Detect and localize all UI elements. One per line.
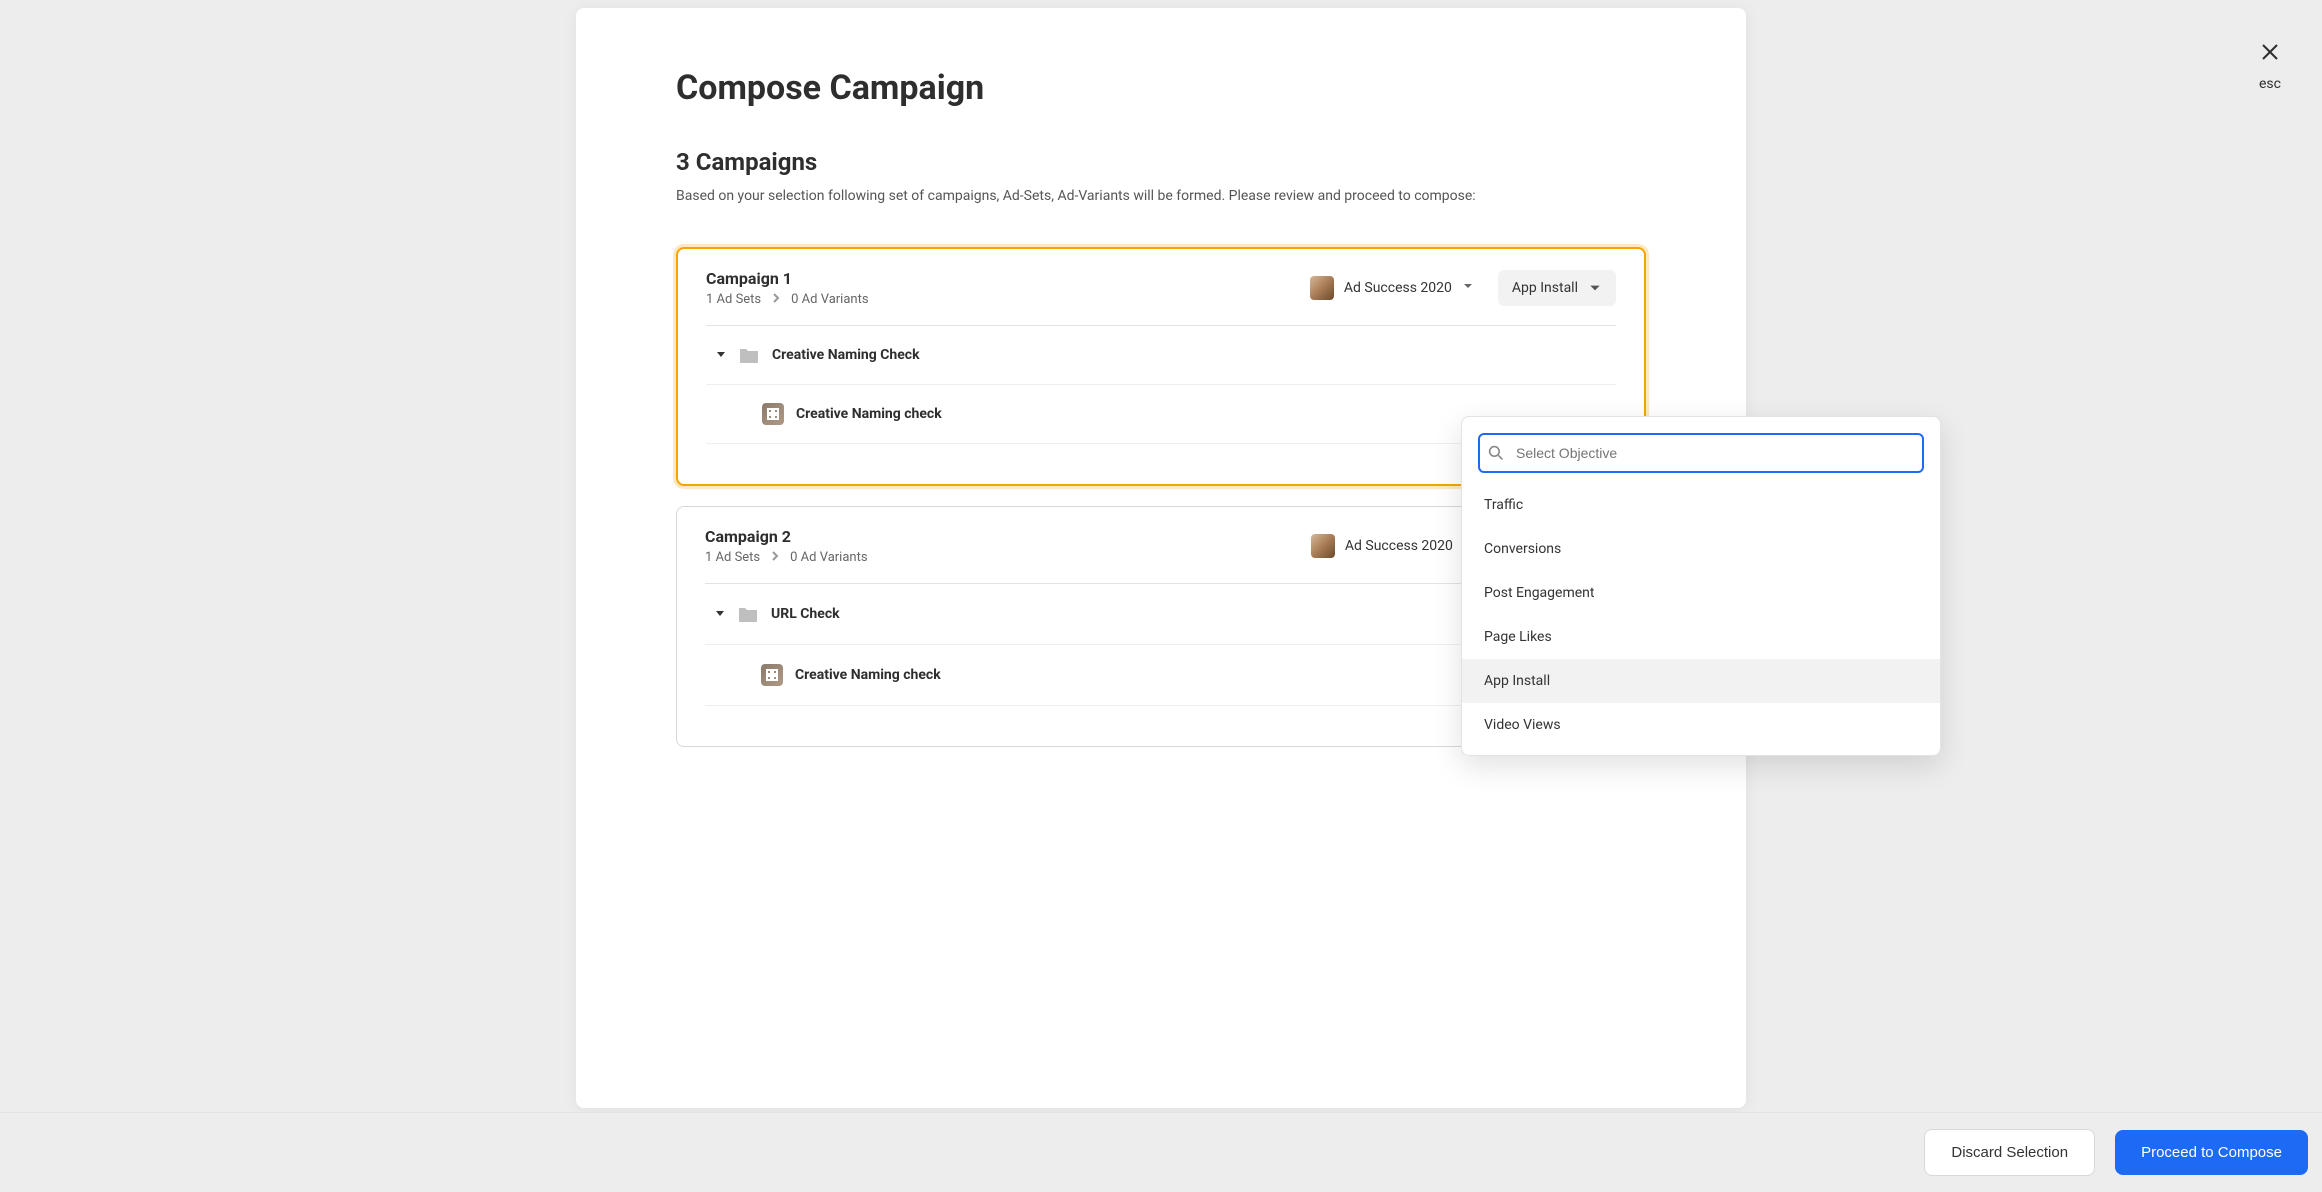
close-icon[interactable] bbox=[2258, 40, 2282, 68]
chevron-down-icon bbox=[1588, 281, 1602, 295]
page-title: Compose Campaign bbox=[676, 68, 1646, 108]
avatar bbox=[1311, 534, 1335, 558]
creative-icon bbox=[761, 664, 783, 686]
caret-down-icon[interactable] bbox=[716, 347, 726, 363]
caret-down-icon[interactable] bbox=[715, 606, 725, 622]
objective-selector[interactable]: App Install bbox=[1498, 270, 1616, 306]
ad-variants-count: 0 Ad Variants bbox=[790, 550, 867, 565]
account-name: Ad Success 2020 bbox=[1344, 280, 1452, 296]
chevron-right-icon bbox=[771, 292, 781, 307]
campaign-head-left: Campaign 1 1 Ad Sets 0 Ad Variants bbox=[706, 269, 869, 307]
discard-button[interactable]: Discard Selection bbox=[1924, 1129, 2095, 1176]
ad-sets-count: 1 Ad Sets bbox=[705, 550, 760, 565]
folder-icon bbox=[738, 344, 760, 366]
ad-sets-count: 1 Ad Sets bbox=[706, 292, 761, 307]
campaigns-count-title: 3 Campaigns bbox=[676, 148, 1646, 176]
tree-creative-label: Creative Naming check bbox=[796, 406, 942, 422]
tree-folder-label: Creative Naming Check bbox=[772, 347, 920, 363]
campaign-header: Campaign 1 1 Ad Sets 0 Ad Variants Ad Su… bbox=[678, 249, 1644, 325]
campaign-name: Campaign 2 bbox=[705, 527, 868, 546]
close-region: esc bbox=[2258, 40, 2282, 92]
esc-label: esc bbox=[2259, 76, 2281, 92]
creative-icon bbox=[762, 403, 784, 425]
campaign-head-left: Campaign 2 1 Ad Sets 0 Ad Variants bbox=[705, 527, 868, 565]
tree-creative-label: Creative Naming check bbox=[795, 667, 941, 683]
account-name: Ad Success 2020 bbox=[1345, 538, 1453, 554]
objective-search-input[interactable] bbox=[1478, 433, 1924, 473]
objective-option-post-engagement[interactable]: Post Engagement bbox=[1462, 571, 1940, 615]
avatar bbox=[1310, 276, 1334, 300]
objective-search-wrap bbox=[1478, 433, 1924, 473]
objective-option-video-views[interactable]: Video Views bbox=[1462, 703, 1940, 747]
campaign-meta: 1 Ad Sets 0 Ad Variants bbox=[705, 550, 868, 565]
objective-option-app-install[interactable]: App Install bbox=[1462, 659, 1940, 703]
proceed-button[interactable]: Proceed to Compose bbox=[2115, 1130, 2308, 1175]
tree-folder-row[interactable]: Creative Naming Check bbox=[706, 325, 1616, 384]
objective-option-conversions[interactable]: Conversions bbox=[1462, 527, 1940, 571]
account-selector[interactable]: Ad Success 2020 bbox=[1310, 276, 1474, 300]
ad-variants-count: 0 Ad Variants bbox=[791, 292, 868, 307]
folder-icon bbox=[737, 603, 759, 625]
objective-option-traffic[interactable]: Traffic bbox=[1462, 483, 1940, 527]
objective-dropdown: Traffic Conversions Post Engagement Page… bbox=[1461, 416, 1941, 756]
footer-bar: Discard Selection Proceed to Compose bbox=[0, 1112, 2322, 1192]
search-icon bbox=[1488, 445, 1504, 461]
campaign-head-right: Ad Success 2020 App Install bbox=[1310, 270, 1616, 306]
campaign-meta: 1 Ad Sets 0 Ad Variants bbox=[706, 292, 869, 307]
objective-option-page-likes[interactable]: Page Likes bbox=[1462, 615, 1940, 659]
campaigns-description: Based on your selection following set of… bbox=[676, 186, 1636, 207]
account-selector[interactable]: Ad Success 2020 bbox=[1311, 534, 1475, 558]
chevron-down-icon bbox=[1462, 280, 1474, 296]
campaign-name: Campaign 1 bbox=[706, 269, 869, 288]
chevron-right-icon bbox=[770, 550, 780, 565]
objective-label: App Install bbox=[1512, 280, 1578, 296]
tree-folder-label: URL Check bbox=[771, 606, 840, 622]
